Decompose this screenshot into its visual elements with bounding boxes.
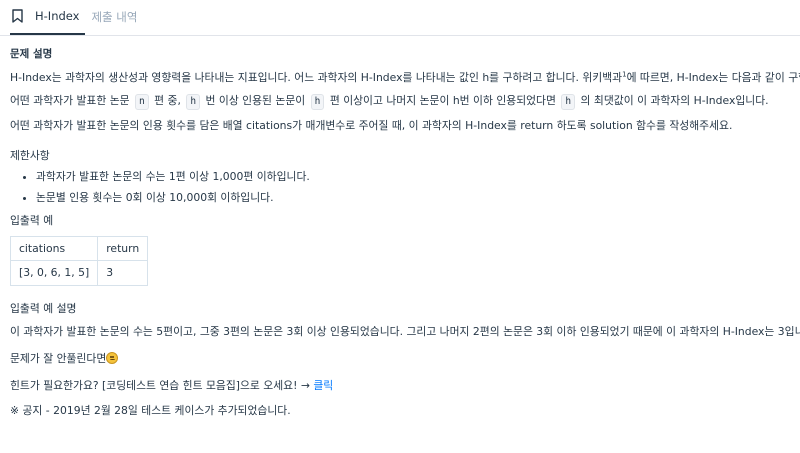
tab-problem-label: H-Index	[35, 9, 80, 23]
table-header: citations	[9, 236, 99, 262]
list-item: 과학자가 발표한 논문의 수는 1편 이상 1,000편 이하입니다.	[36, 169, 790, 184]
io-example-heading: 입출력 예	[10, 214, 54, 228]
hint-text: 힌트가 필요한가요? [코딩테스트 연습 힌트 모음집]으로 오세요! →	[10, 378, 310, 392]
problem-line-3: 어떤 과학자가 발표한 논문의 인용 횟수를 담은 배열 citations가 …	[10, 118, 733, 132]
problem-line-2: 어떤 과학자가 발표한 논문 n 편 중, h 번 이상 인용된 논문이 h 편…	[10, 93, 790, 110]
problem-content: 문제 설명 H-Index는 과학자의 생산성과 영향력을 나타내는 지표입니다…	[0, 47, 800, 418]
constraints-heading: 제한사항	[10, 148, 50, 162]
hint-link[interactable]: 클릭	[313, 379, 333, 392]
notice-text: ※ 공지 - 2019년 2월 28일 테스트 케이스가 추가되었습니다.	[10, 404, 291, 417]
io-explanation-heading: 입출력 예 설명	[10, 301, 77, 315]
table-row: [3, 0, 6, 1, 5] 3	[9, 260, 149, 286]
problem-line-2-text-a: 어떤 과학자가 발표한 논문	[10, 93, 130, 107]
hint-line: 힌트가 필요한가요? [코딩테스트 연습 힌트 모음집]으로 오세요! → 클릭	[10, 378, 790, 393]
code-h: h	[310, 93, 325, 110]
tab-submissions[interactable]: 제출 내역	[85, 0, 143, 35]
problem-line-2-text-c: 번 이상 인용된 논문이	[205, 93, 306, 107]
problem-line-1-text: H-Index는 과학자의 생산성과 영향력을 나타내는 지표입니다. 어느 과…	[10, 70, 623, 84]
bookmark-icon[interactable]	[12, 8, 26, 24]
tab-submissions-label: 제출 내역	[91, 10, 138, 24]
hard-line: 문제가 잘 안풀린다면	[10, 351, 790, 366]
problem-line-2-text-e: 의 최댓값이 이 과학자의 H-Index입니다.	[580, 93, 769, 107]
code-h: h	[561, 93, 576, 110]
tab-bar: H-Index 제출 내역	[0, 0, 800, 36]
code-h: h	[186, 93, 201, 110]
io-explanation-text: 이 과학자가 발표한 논문의 수는 5편이고, 그중 3편의 논문은 3회 이상…	[10, 324, 800, 338]
table-cell: 3	[97, 260, 149, 286]
hard-text: 문제가 잘 안풀린다면	[10, 351, 107, 365]
table-cell: [3, 0, 6, 1, 5]	[9, 260, 99, 286]
list-item: 논문별 인용 횟수는 0회 이상 10,000회 이하입니다.	[36, 190, 790, 205]
table-header-row: citations return	[9, 236, 149, 262]
problem-line-1: H-Index는 과학자의 생산성과 영향력을 나타내는 지표입니다. 어느 과…	[10, 70, 800, 85]
constraints-list: 과학자가 발표한 논문의 수는 1편 이상 1,000편 이하입니다. 논문별 …	[10, 169, 790, 205]
code-n: n	[135, 93, 149, 110]
problem-line-2-text-b: 편 중,	[154, 93, 181, 107]
problem-line-2-text-d: 편 이상이고 나머지 논문이 h번 이하 인용되었다면	[329, 93, 556, 107]
sad-face-icon	[106, 351, 119, 364]
table-header: return	[97, 236, 149, 262]
tab-problem[interactable]: H-Index	[10, 0, 86, 35]
problem-line-1-text-b: 에 따르면, H-Index는 다음과 같이 구합니다.	[626, 70, 800, 84]
problem-heading: 문제 설명	[10, 48, 53, 60]
io-example-table: citations return [3, 0, 6, 1, 5] 3	[9, 236, 149, 286]
